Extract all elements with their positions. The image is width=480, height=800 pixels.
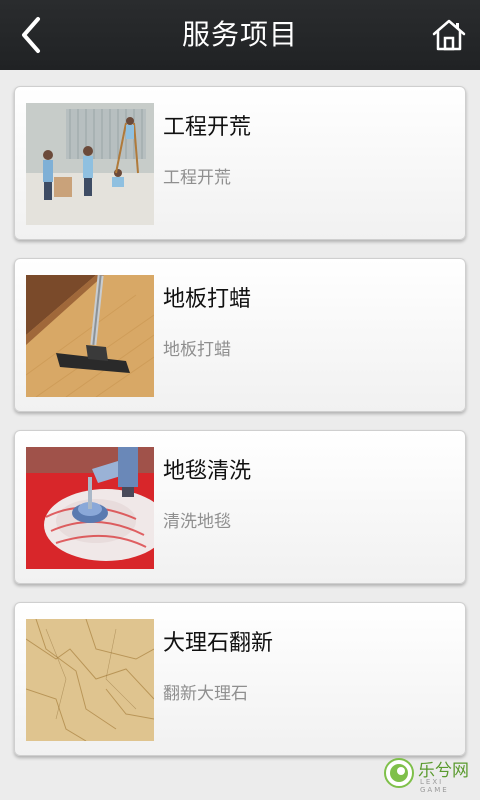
watermark-logo-icon — [384, 758, 414, 788]
service-card-floor-waxing[interactable]: 地板打蜡 地板打蜡 — [14, 258, 466, 412]
service-subtitle: 地板打蜡 — [163, 340, 231, 360]
service-subtitle: 工程开荒 — [163, 168, 231, 188]
service-subtitle: 清洗地毯 — [163, 512, 231, 532]
watermark-subtext: LEXI GAME — [420, 778, 449, 794]
service-subtitle: 翻新大理石 — [163, 684, 248, 704]
service-card-construction-cleaning[interactable]: 工程开荒 工程开荒 — [14, 86, 466, 240]
watermark: 乐兮网 LEXI GAME — [380, 754, 476, 794]
marble-renovation-image — [26, 619, 154, 741]
home-button[interactable] — [426, 12, 472, 58]
service-card-carpet-cleaning[interactable]: 地毯清洗 清洗地毯 — [14, 430, 466, 584]
home-icon — [432, 19, 466, 51]
floor-waxing-image — [26, 275, 154, 397]
carpet-cleaning-image — [26, 447, 154, 569]
service-card-marble-renovation[interactable]: 大理石翻新 翻新大理石 — [14, 602, 466, 756]
page-title: 服务项目 — [181, 18, 298, 51]
construction-cleaning-image — [26, 103, 154, 225]
service-title: 大理石翻新 — [163, 631, 274, 656]
service-title: 地板打蜡 — [163, 287, 252, 312]
top-bar: 服务项目 — [0, 0, 480, 70]
service-title: 地毯清洗 — [163, 459, 252, 484]
service-title: 工程开荒 — [163, 115, 252, 140]
